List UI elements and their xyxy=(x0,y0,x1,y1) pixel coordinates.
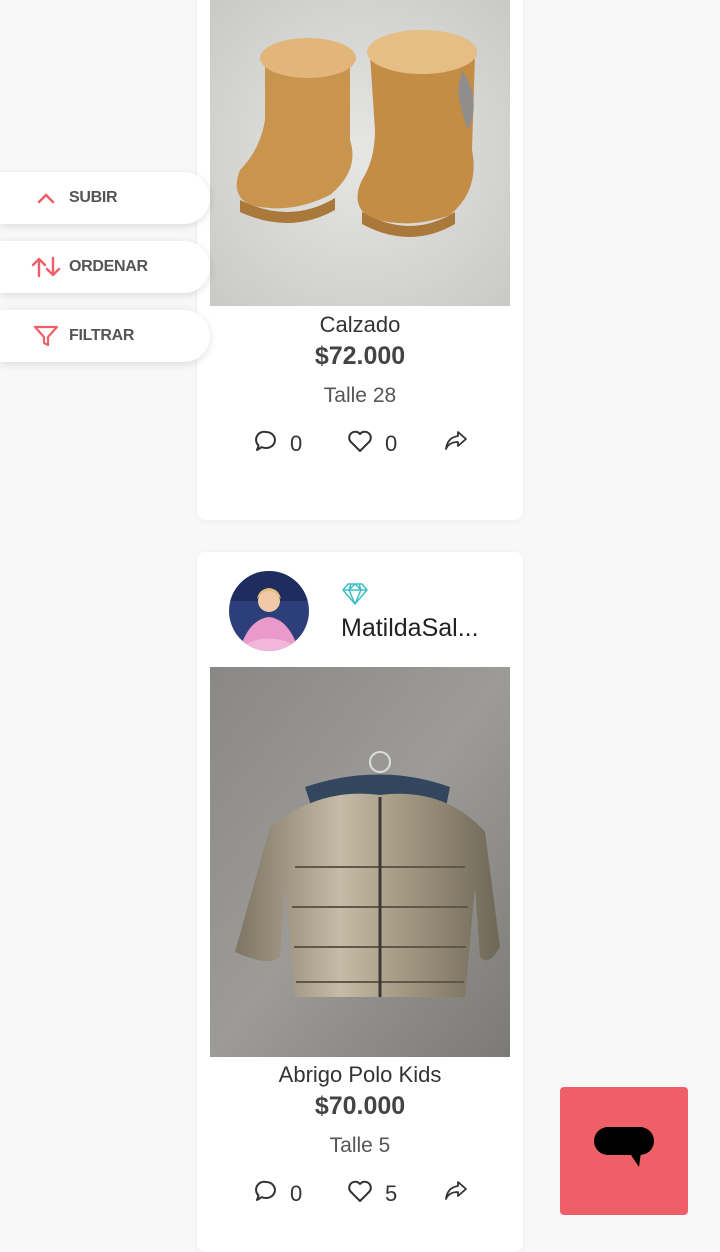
comment-button[interactable]: 0 xyxy=(254,429,302,458)
filter-button[interactable]: FILTRAR xyxy=(0,310,210,362)
chat-icon xyxy=(593,1124,655,1179)
product-price: $72.000 xyxy=(314,342,406,370)
share-button[interactable] xyxy=(444,1179,468,1206)
product-image[interactable] xyxy=(210,667,510,1057)
comment-button[interactable]: 0 xyxy=(254,1179,302,1208)
share-button[interactable] xyxy=(444,429,468,456)
product-title[interactable]: Abrigo Polo Kids xyxy=(197,1062,523,1088)
product-card[interactable]: Calzado $72.000 Talle 28 0 0 xyxy=(197,0,523,520)
comment-icon xyxy=(254,429,278,458)
share-icon xyxy=(444,429,468,456)
seller-avatar[interactable] xyxy=(229,571,309,651)
sort-arrows-icon xyxy=(29,256,63,278)
upload-button[interactable]: SUBIR xyxy=(0,172,210,224)
comment-count: 0 xyxy=(290,1180,303,1206)
like-count: 0 xyxy=(385,430,398,456)
heart-icon xyxy=(347,429,373,458)
share-icon xyxy=(444,1179,468,1206)
sort-label: ORDENAR xyxy=(69,258,148,275)
product-size: Talle 28 xyxy=(323,384,397,407)
product-title[interactable]: Calzado xyxy=(197,312,523,338)
sort-button[interactable]: ORDENAR xyxy=(0,241,210,293)
like-button[interactable]: 5 xyxy=(347,1179,397,1208)
product-actions: 0 5 xyxy=(197,1179,523,1209)
like-button[interactable]: 0 xyxy=(347,429,397,458)
chevron-up-icon xyxy=(29,192,63,204)
comment-count: 0 xyxy=(290,430,303,456)
upload-label: SUBIR xyxy=(69,189,118,206)
filter-icon xyxy=(29,324,63,348)
product-size: Talle 5 xyxy=(329,1134,391,1157)
chat-button[interactable] xyxy=(560,1087,688,1215)
product-card[interactable]: MatildaSal... Abrigo Polo Kids $70.000 T… xyxy=(197,552,523,1252)
filter-label: FILTRAR xyxy=(69,327,135,344)
diamond-icon xyxy=(341,582,369,611)
seller-username[interactable]: MatildaSal... xyxy=(341,614,501,643)
product-actions: 0 0 xyxy=(197,429,523,459)
like-count: 5 xyxy=(385,1180,398,1206)
product-image[interactable] xyxy=(210,0,510,306)
product-price: $70.000 xyxy=(314,1092,406,1120)
comment-icon xyxy=(254,1179,278,1208)
heart-icon xyxy=(347,1179,373,1208)
